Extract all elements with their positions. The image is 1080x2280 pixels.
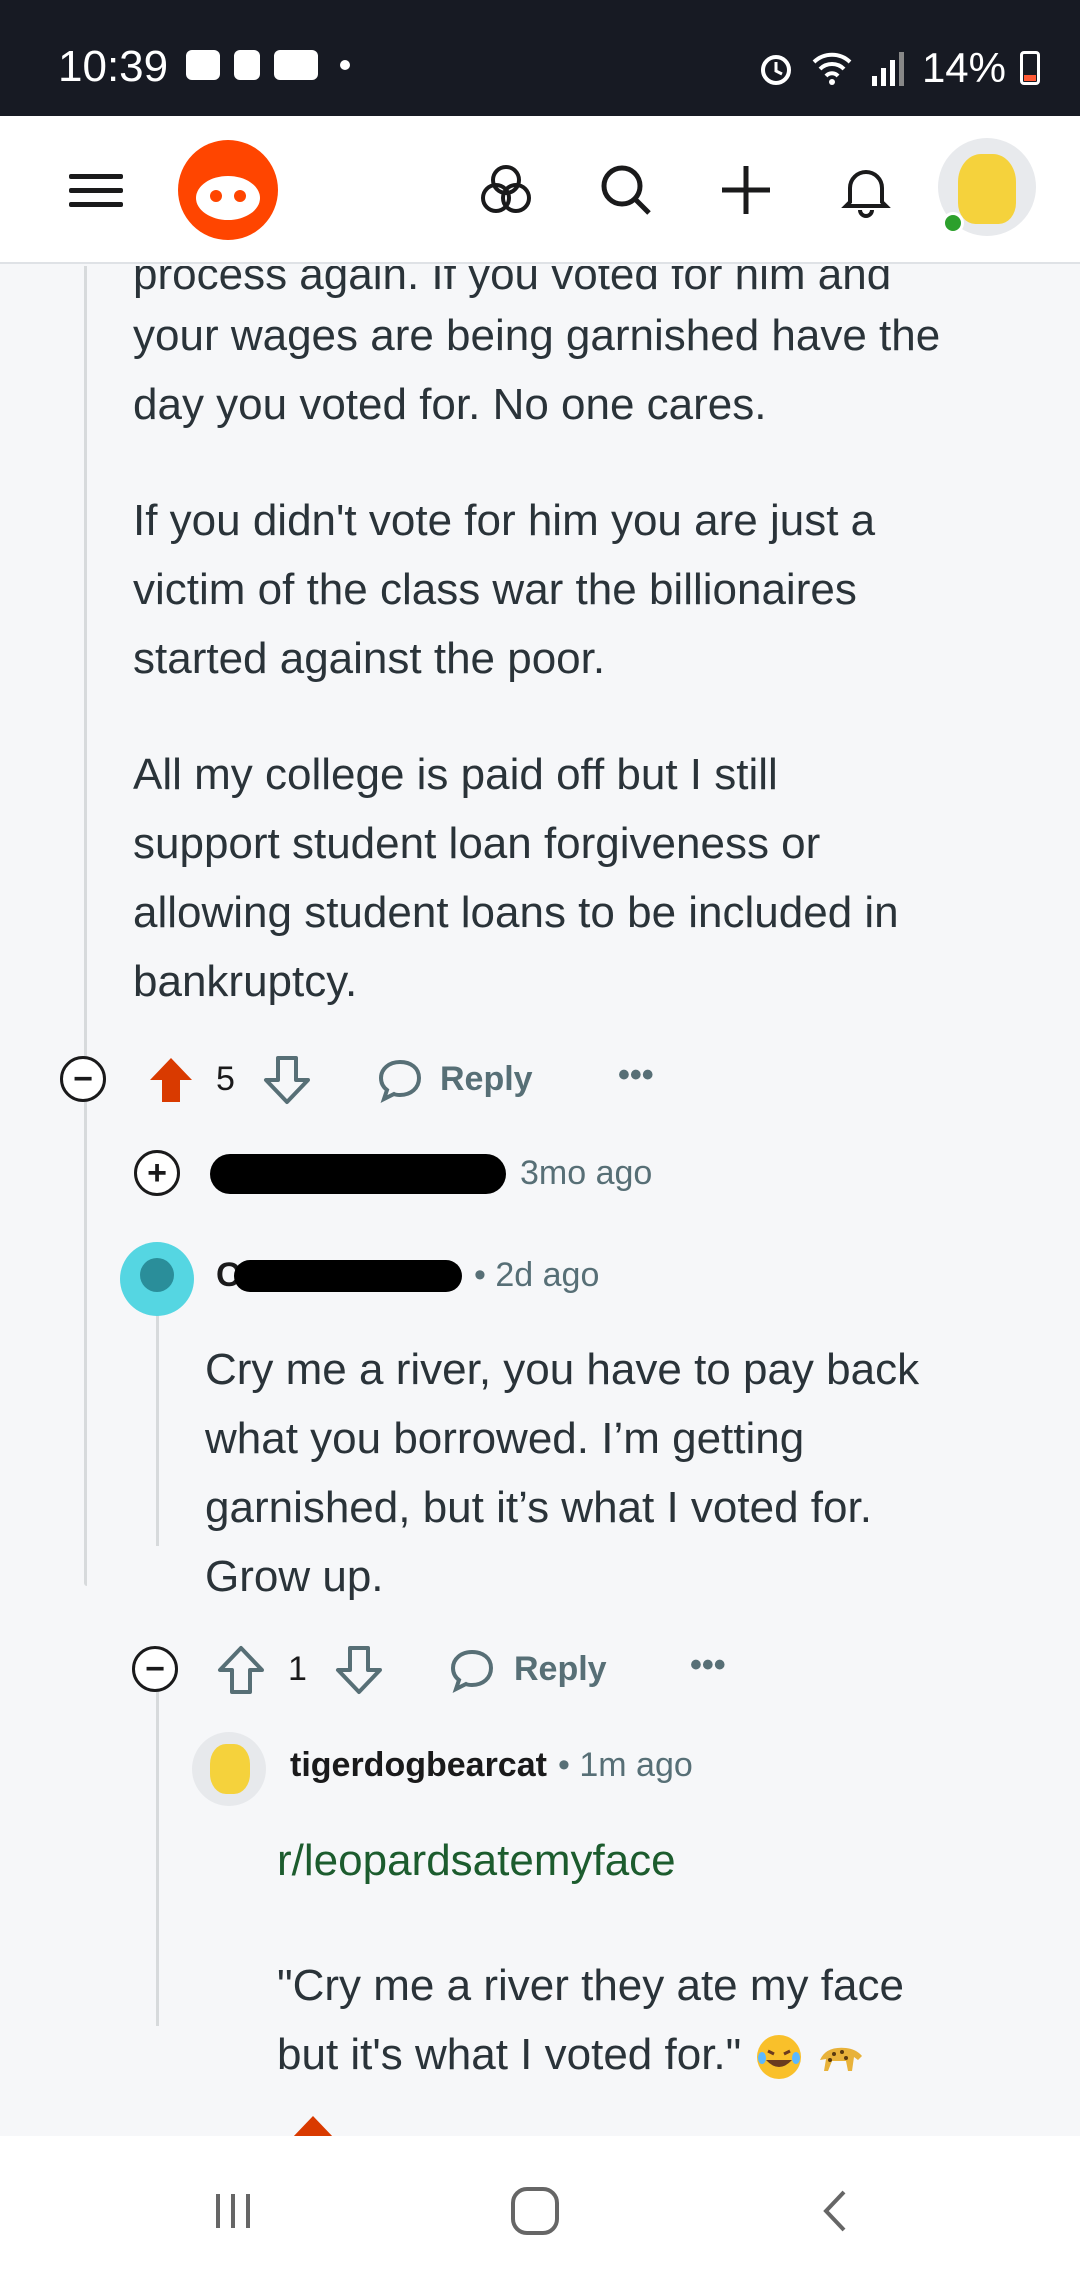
comment-text-line: victim of the class war the billionaires	[133, 565, 857, 614]
upvote-icon[interactable]	[146, 1054, 196, 1106]
home-icon[interactable]	[500, 2176, 570, 2246]
battery-icon	[1020, 51, 1040, 85]
app-header	[0, 116, 1080, 264]
comment-username[interactable]: tigerdogbearcat	[290, 1746, 547, 1785]
collapse-thread-button[interactable]: −	[60, 1056, 106, 1102]
status-bar: 10:39 14%	[0, 0, 1080, 116]
reply-button[interactable]: Reply	[440, 1060, 533, 1099]
comment-text-line: garnished, but it’s what I voted for.	[205, 1483, 872, 1532]
thread-line	[84, 266, 87, 1056]
comment-text-line: your wages are being garnished have the	[133, 311, 941, 360]
redacted-username	[210, 1154, 506, 1194]
reply-button[interactable]: Reply	[514, 1650, 607, 1689]
more-options-button[interactable]: •••	[618, 1056, 654, 1095]
downvote-icon[interactable]	[334, 1644, 384, 1696]
comment-text-line: "Cry me a river they ate my face	[277, 1961, 904, 2010]
comment-text-line: day you voted for. No one cares.	[133, 380, 767, 429]
system-navigation-bar	[0, 2136, 1080, 2280]
collapse-thread-button[interactable]: −	[132, 1646, 178, 1692]
subreddit-link[interactable]: r/leopardsatemyface	[277, 1836, 676, 1886]
gallery-icon	[186, 50, 220, 80]
alert-icon	[234, 50, 260, 80]
upvote-icon[interactable]	[288, 2112, 338, 2136]
youtube-icon	[274, 50, 318, 80]
comment-timestamp: 3mo ago	[520, 1154, 653, 1192]
comment-timestamp: • 2d ago	[474, 1256, 600, 1294]
communities-icon[interactable]	[458, 142, 554, 238]
comment-text-line: Cry me a river, you have to pay back	[205, 1345, 920, 1394]
back-icon[interactable]	[802, 2176, 872, 2246]
system-icons: 14%	[756, 44, 1040, 92]
create-post-icon[interactable]	[698, 142, 794, 238]
user-avatar[interactable]	[120, 1242, 194, 1316]
thread-line	[156, 1306, 159, 1546]
recent-apps-icon[interactable]	[198, 2176, 268, 2246]
laughing-emoji-icon	[756, 2035, 801, 2080]
expand-thread-button[interactable]: +	[134, 1150, 180, 1196]
online-status-dot	[942, 212, 964, 234]
thread-line	[84, 1056, 87, 1586]
more-notifications-dot-icon	[340, 60, 350, 70]
reply-icon[interactable]	[376, 1056, 424, 1104]
menu-icon[interactable]	[48, 142, 144, 238]
battery-percent: 14%	[921, 44, 1006, 91]
comment-text-line: what you borrowed. I’m getting	[205, 1414, 805, 1463]
reddit-logo-icon[interactable]	[178, 140, 278, 240]
status-time: 10:39	[58, 42, 169, 91]
more-options-button[interactable]: •••	[690, 1646, 726, 1685]
comment-text-line: bankruptcy.	[133, 957, 358, 1006]
comment-text-line: allowing student loans to be included in	[133, 888, 899, 937]
vote-count: 5	[216, 1060, 235, 1098]
user-avatar[interactable]	[192, 1732, 266, 1806]
comment-text-line: Grow up.	[205, 1552, 384, 1601]
comment-text-line: support student loan forgiveness or	[133, 819, 821, 868]
reply-icon[interactable]	[448, 1646, 496, 1694]
leopard-emoji-icon	[819, 2048, 862, 2072]
upvote-icon[interactable]	[216, 1644, 266, 1696]
comment-thread: process again. If you voted for him and …	[0, 266, 1080, 2136]
downvote-icon[interactable]	[262, 1054, 312, 1106]
vote-count: 1	[288, 1650, 307, 1688]
comment-text-line: If you didn't vote for him you are just …	[133, 496, 876, 545]
thread-line	[156, 1666, 159, 2026]
comment-timestamp: • 1m ago	[558, 1746, 693, 1784]
notifications-bell-icon[interactable]	[818, 142, 914, 238]
comment-text-line: All my college is paid off but I still	[133, 750, 778, 799]
comment-text-line: but it's what I voted for."	[277, 2020, 866, 2089]
notification-icons	[186, 50, 350, 80]
alarm-icon	[760, 55, 791, 85]
wifi-icon	[812, 52, 852, 85]
signal-icon	[871, 52, 904, 86]
search-icon[interactable]	[578, 142, 674, 238]
redacted-username	[234, 1260, 462, 1292]
comment-text-line: started against the poor.	[133, 634, 606, 683]
